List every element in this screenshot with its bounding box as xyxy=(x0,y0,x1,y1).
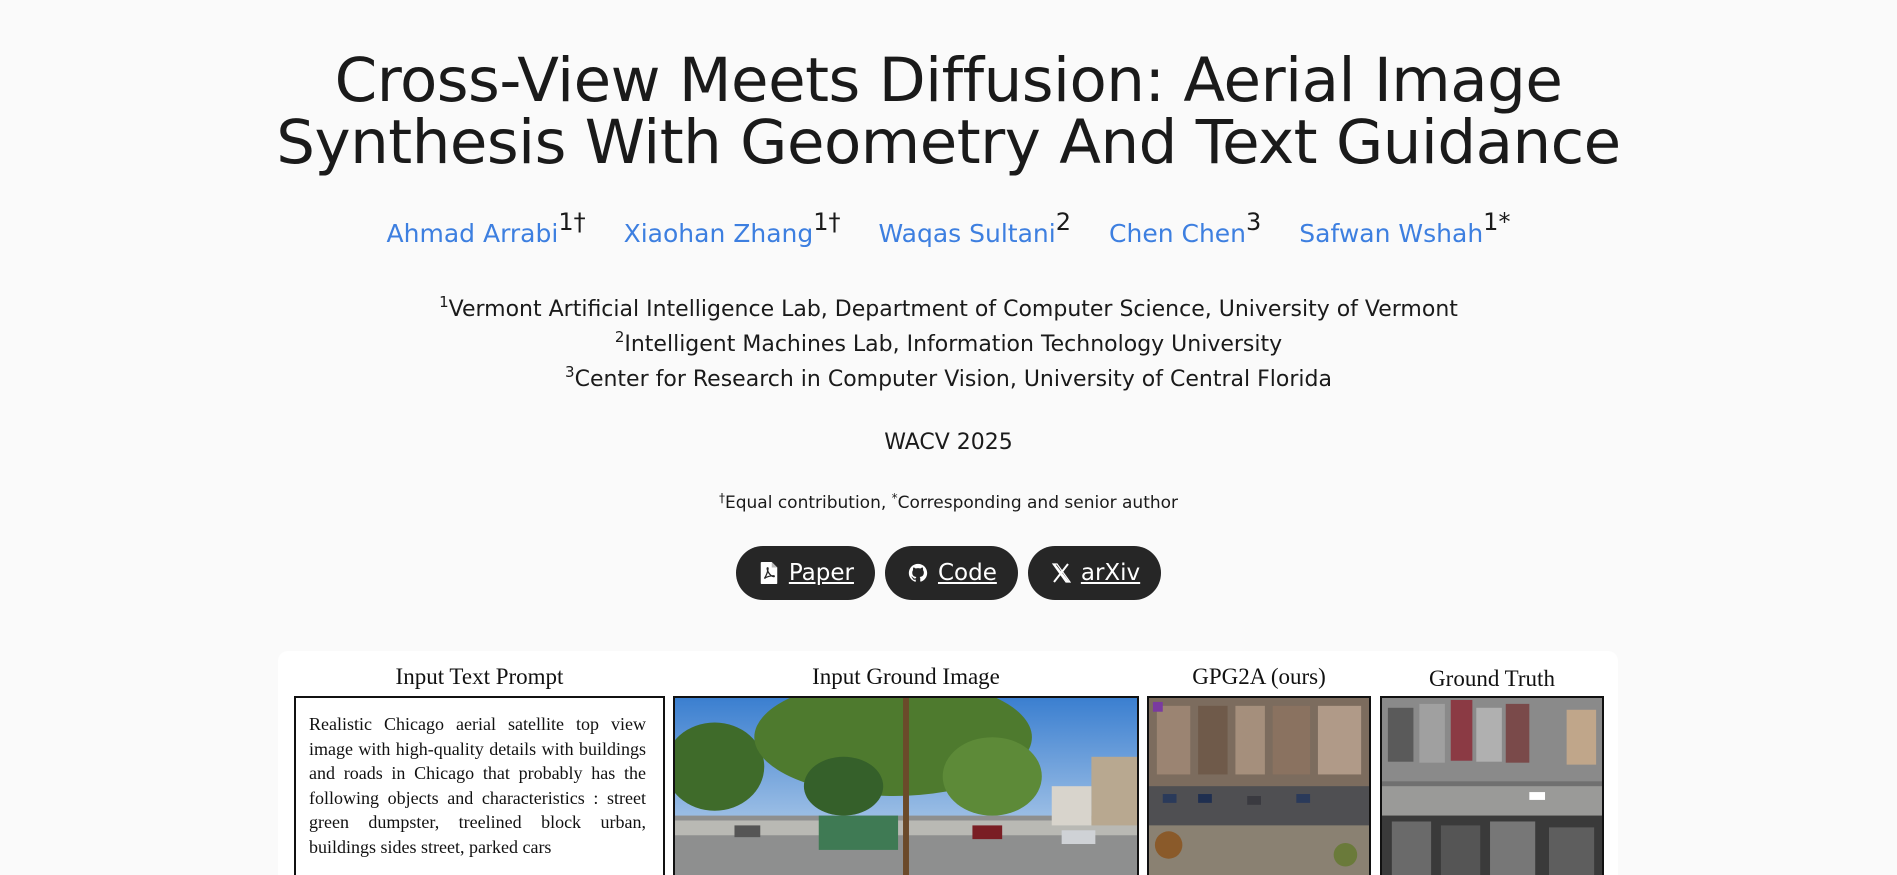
figure-col-title-prompt: Input Text Prompt xyxy=(395,664,564,689)
github-icon xyxy=(908,562,928,584)
author-affil-mark: 3 xyxy=(1246,208,1262,236)
contribution-note: †Equal contribution, *Corresponding and … xyxy=(0,489,1897,517)
figure-col-title-ours: GPG2A (ours) xyxy=(1192,664,1326,689)
arxiv-button[interactable]: arXiv xyxy=(1027,546,1162,600)
affiliation-text: Center for Research in Computer Vision, … xyxy=(574,367,1332,392)
author-list: Ahmad Arrabi1† Xiaohan Zhang1† Waqas Sulta… xyxy=(0,210,1897,250)
author-link-sultani[interactable]: Waqas Sultani xyxy=(879,219,1056,248)
author-link-chen[interactable]: Chen Chen xyxy=(1109,219,1246,248)
text-prompt-box: Realistic Chicago aerial satellite top v… xyxy=(294,696,665,875)
ground-truth-aerial-image xyxy=(1380,696,1604,875)
figure-col-title-gt: Ground Truth xyxy=(1429,666,1555,691)
arxiv-button-label: arXiv xyxy=(1080,560,1141,586)
figure-col-title-ground: Input Ground Image xyxy=(812,664,1000,689)
code-button[interactable]: Code xyxy=(884,546,1018,600)
pdf-file-icon xyxy=(759,562,779,584)
author-link-wshah[interactable]: Safwan Wshah xyxy=(1299,219,1483,248)
affiliation-text: Vermont Artificial Intelligence Lab, Dep… xyxy=(448,297,1458,322)
author-link-zhang[interactable]: Xiaohan Zhang xyxy=(624,219,814,248)
generated-aerial-image xyxy=(1147,696,1371,875)
author-affil-mark: 1† xyxy=(558,208,586,236)
link-buttons: Paper Code arXiv xyxy=(0,546,1897,600)
author-item: Xiaohan Zhang1† xyxy=(624,210,841,250)
affiliation-text: Intelligent Machines Lab, Information Te… xyxy=(624,332,1283,357)
equal-contribution-text: Equal contribution, xyxy=(724,493,892,513)
x-icon xyxy=(1051,562,1071,584)
affiliation-mark: 1 xyxy=(439,293,449,311)
author-affil-mark: 1† xyxy=(813,208,841,236)
page-title: Cross-View Meets Diffusion: Aerial Image… xyxy=(0,50,1897,174)
paper-button[interactable]: Paper xyxy=(735,546,875,600)
code-button-label: Code xyxy=(937,560,997,586)
paper-button-label: Paper xyxy=(788,560,854,586)
affiliation-mark: 2 xyxy=(614,328,625,346)
author-link-arrabi[interactable]: Ahmad Arrabi xyxy=(387,219,559,248)
title-line-1: Cross-View Meets Diffusion: Aerial Image xyxy=(334,45,1563,116)
ground-panorama-image xyxy=(673,696,1139,875)
title-line-2: Synthesis With Geometry And Text Guidanc… xyxy=(276,107,1621,178)
affiliation-line: 2Intelligent Machines Lab, Information T… xyxy=(0,327,1897,362)
venue: WACV 2025 xyxy=(884,430,1013,455)
author-item: Safwan Wshah1* xyxy=(1299,210,1510,250)
affiliation-mark: 3 xyxy=(565,363,575,381)
corresponding-author-text: Corresponding and senior author xyxy=(897,493,1179,513)
author-item: Waqas Sultani2 xyxy=(879,210,1071,250)
author-item: Chen Chen3 xyxy=(1109,210,1261,250)
author-item: Ahmad Arrabi1† xyxy=(387,210,586,250)
author-affil-mark: 2 xyxy=(1055,208,1072,236)
affiliations: 1Vermont Artificial Intelligence Lab, De… xyxy=(0,292,1897,397)
author-affil-mark: 1* xyxy=(1483,208,1511,236)
affiliation-line: 3Center for Research in Computer Vision,… xyxy=(0,362,1897,397)
affiliation-line: 1Vermont Artificial Intelligence Lab, De… xyxy=(0,292,1897,327)
